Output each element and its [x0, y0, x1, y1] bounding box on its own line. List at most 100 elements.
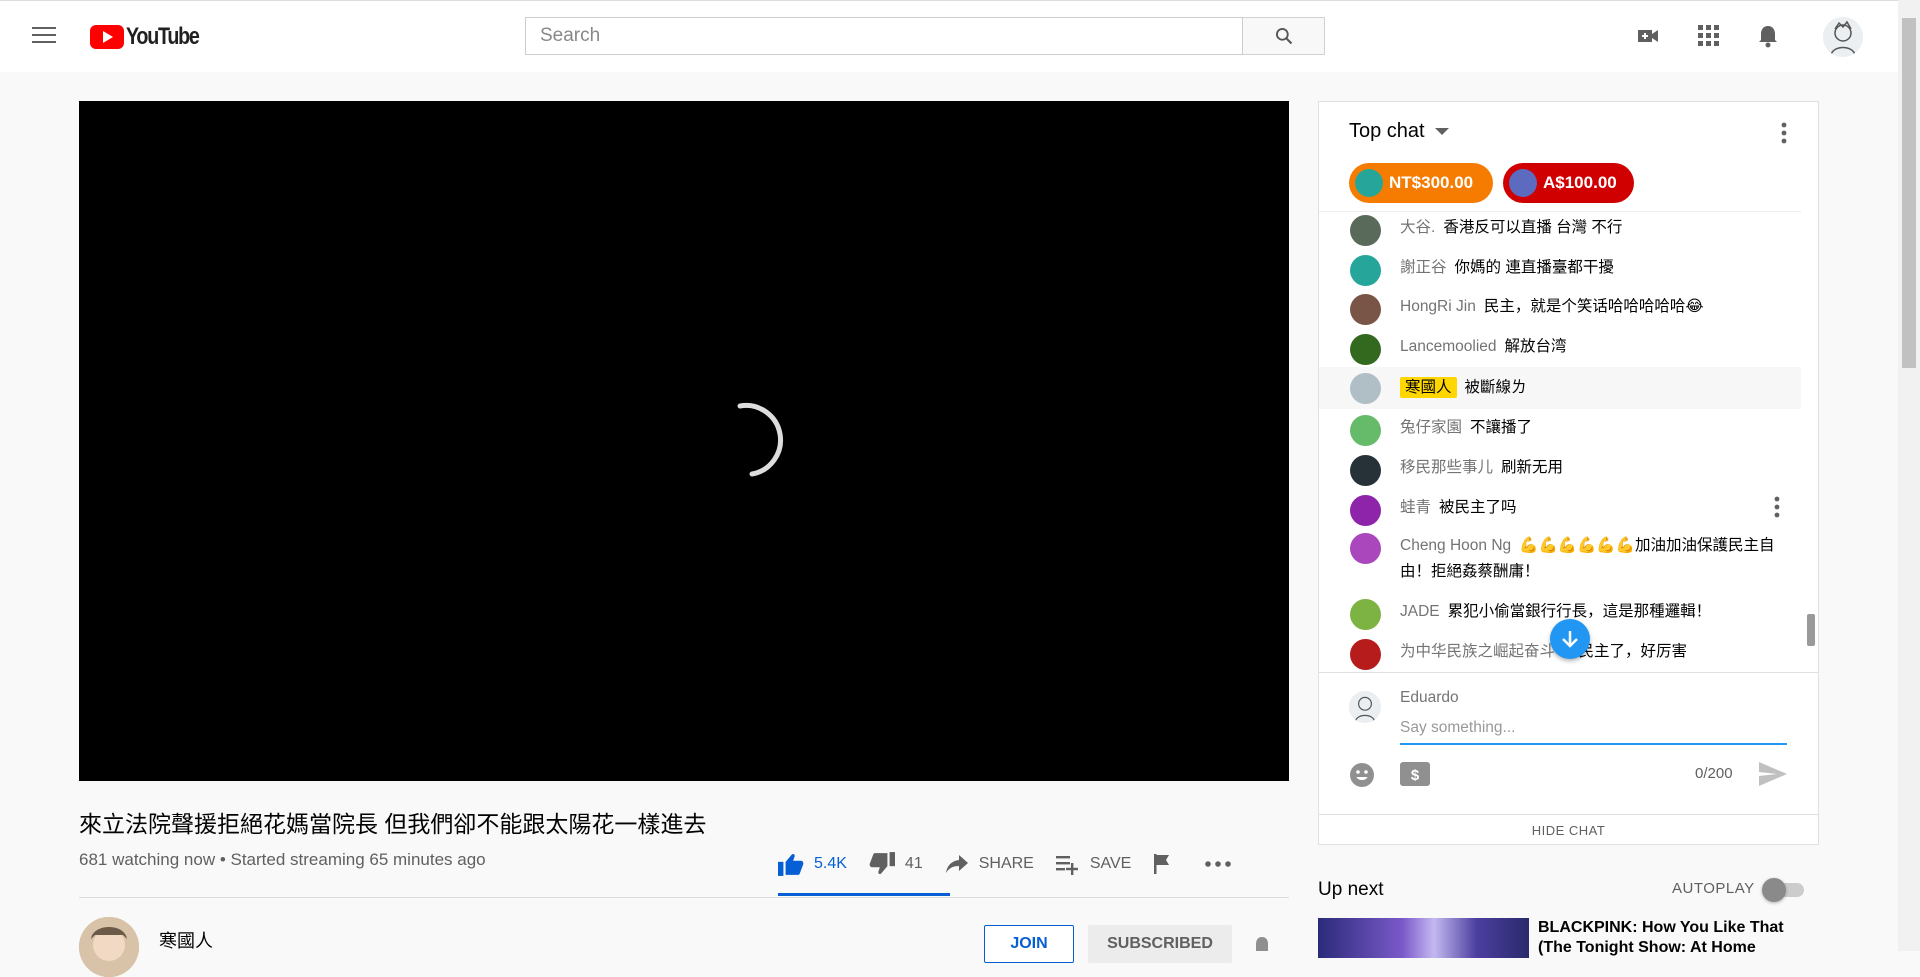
page-scrollbar[interactable] — [1898, 0, 1920, 951]
toggle-knob — [1762, 878, 1786, 902]
chat-author[interactable]: 蛙青 — [1400, 499, 1431, 516]
chat-avatar[interactable] — [1350, 455, 1381, 486]
chat-message: HongRi Jin 民主，就是个笑话哈哈哈哈哈😂 — [1319, 291, 1801, 325]
chat-message: 謝正谷 你媽的 連直播臺都干擾 — [1319, 252, 1801, 286]
video-title: 來立法院聲援拒絕花媽當院長 但我們卻不能跟太陽花一樣進去 — [79, 811, 707, 837]
up-next-title[interactable]: BLACKPINK: How You Like That (The Tonigh… — [1538, 918, 1788, 958]
chat-message-list[interactable]: 大谷. 香港反可以直播 台灣 不行 謝正谷 你媽的 連直播臺都干擾 HongRi J… — [1319, 211, 1801, 673]
chat-input-panel: Eduardo $ 0/200 — [1319, 672, 1818, 815]
chat-avatar[interactable] — [1350, 215, 1381, 246]
chat-author[interactable]: 移民那些事儿 — [1400, 459, 1493, 476]
svg-text:$: $ — [1411, 767, 1420, 784]
chat-avatar[interactable] — [1350, 533, 1381, 564]
chat-mode-label: Top chat — [1349, 120, 1425, 142]
chat-avatar[interactable] — [1350, 373, 1381, 404]
video-meta: 681 watching now • Started streaming 65 … — [79, 850, 486, 869]
chat-avatar[interactable] — [1350, 334, 1381, 365]
ticker-amount: NT$300.00 — [1389, 173, 1474, 192]
notifications-icon[interactable] — [1755, 23, 1781, 49]
chat-avatar[interactable] — [1350, 415, 1381, 446]
youtube-logo[interactable]: YouTube — [90, 23, 215, 51]
notification-bell-icon[interactable] — [1252, 936, 1272, 956]
share-button[interactable]: SHARE — [945, 853, 1034, 875]
like-button[interactable]: 5.4K — [778, 852, 847, 876]
chat-scrollbar-thumb[interactable] — [1807, 614, 1815, 646]
chat-text: 刷新无用 — [1501, 459, 1564, 476]
chat-author[interactable]: 兔仔家園 — [1400, 419, 1462, 436]
chat-text: 被民主了吗 — [1439, 499, 1517, 516]
share-label: SHARE — [978, 855, 1034, 872]
autoplay-toggle[interactable] — [1762, 878, 1808, 902]
channel-name[interactable]: 寒國人 — [159, 927, 213, 953]
loading-spinner-icon — [737, 403, 784, 477]
chat-author[interactable]: Cheng Hoon Ng — [1400, 537, 1511, 554]
chat-message-owner: 寒國人 被斷線ㄌ — [1319, 367, 1801, 409]
video-actions: 5.4K 41 SHARE SAVE — [778, 838, 1263, 890]
chat-author[interactable]: 大谷. — [1400, 219, 1435, 236]
share-icon — [945, 855, 968, 873]
chat-author-owner-badge[interactable]: 寒國人 — [1400, 377, 1457, 398]
dislike-count: 41 — [904, 855, 923, 872]
divider — [79, 897, 1289, 898]
more-actions-button[interactable] — [1205, 860, 1241, 868]
chat-avatar[interactable] — [1350, 294, 1381, 325]
menu-icon[interactable] — [32, 27, 56, 47]
video-player[interactable] — [79, 101, 1289, 781]
ticker-avatar — [1509, 169, 1537, 197]
dropdown-caret-icon — [1434, 128, 1449, 135]
account-avatar[interactable] — [1823, 17, 1863, 57]
search-input[interactable] — [526, 18, 1242, 54]
chat-text: 你媽的 連直播臺都干擾 — [1454, 259, 1614, 276]
dislike-button[interactable]: 41 — [869, 852, 923, 876]
chat-author[interactable]: HongRi Jin — [1400, 298, 1476, 315]
arrow-down-icon — [1562, 631, 1578, 648]
super-chat-ticker[interactable]: A$100.00 — [1503, 163, 1634, 203]
chat-author[interactable]: 为中华民族之崛起奋斗 — [1400, 643, 1555, 660]
send-icon[interactable] — [1759, 762, 1787, 791]
hide-chat-button[interactable]: HIDE CHAT — [1319, 814, 1818, 845]
chat-text: 累犯小偷當銀行行長，這是那種邏輯！ — [1447, 603, 1712, 620]
ticker-avatar — [1355, 169, 1383, 197]
chat-avatar[interactable] — [1350, 639, 1381, 670]
chat-text: 香港反可以直播 台灣 不行 — [1443, 219, 1623, 236]
ticker-amount: A$100.00 — [1543, 173, 1617, 192]
chat-message: 大谷. 香港反可以直播 台灣 不行 — [1319, 212, 1801, 246]
subscribed-button[interactable]: SUBSCRIBED — [1088, 925, 1232, 963]
chat-message-input[interactable] — [1400, 713, 1787, 745]
autoplay-label: AUTOPLAY — [1672, 880, 1755, 897]
chat-mode-selector[interactable]: Top chat — [1349, 120, 1449, 143]
chat-author[interactable]: 謝正谷 — [1400, 259, 1447, 276]
live-chat: Top chat NT$300.00 A$100.00 大谷. 香港反可以直播 台… — [1318, 101, 1819, 845]
chat-avatar[interactable] — [1350, 255, 1381, 286]
search-button[interactable] — [1243, 17, 1325, 55]
up-next-thumbnail[interactable] — [1318, 918, 1529, 958]
flag-icon — [1154, 854, 1170, 874]
apps-icon[interactable] — [1696, 23, 1722, 49]
scroll-to-bottom-button[interactable] — [1550, 619, 1590, 659]
chat-message: 移民那些事儿 刷新无用 — [1319, 452, 1801, 486]
chat-more-icon[interactable] — [1781, 122, 1787, 149]
chat-avatar[interactable] — [1350, 495, 1381, 526]
emoji-icon[interactable] — [1349, 762, 1375, 793]
join-button[interactable]: JOIN — [984, 925, 1074, 963]
like-count: 5.4K — [814, 855, 847, 872]
chat-avatar[interactable] — [1350, 599, 1381, 630]
message-menu-icon[interactable] — [1774, 496, 1780, 527]
search-icon — [1275, 28, 1292, 45]
save-button[interactable]: SAVE — [1055, 853, 1131, 875]
super-chat-ticker[interactable]: NT$300.00 — [1349, 163, 1493, 203]
channel-avatar[interactable] — [79, 917, 139, 977]
page-scrollbar-thumb[interactable] — [1902, 18, 1916, 368]
logo-text: YouTube — [126, 23, 200, 50]
chat-message: 蛙青 被民主了吗 — [1319, 492, 1801, 527]
chat-author[interactable]: JADE — [1400, 603, 1440, 620]
chat-author[interactable]: Lancemoolied — [1400, 338, 1497, 355]
create-video-icon[interactable] — [1635, 23, 1661, 49]
playlist-add-icon — [1055, 856, 1078, 875]
more-horizontal-icon — [1205, 861, 1232, 867]
report-button[interactable] — [1153, 853, 1183, 875]
chat-text: 解放台湾 — [1504, 338, 1567, 355]
user-name: Eduardo — [1400, 689, 1459, 706]
super-chat-money-icon[interactable]: $ — [1400, 762, 1430, 791]
like-sentiment-bar — [778, 893, 950, 896]
